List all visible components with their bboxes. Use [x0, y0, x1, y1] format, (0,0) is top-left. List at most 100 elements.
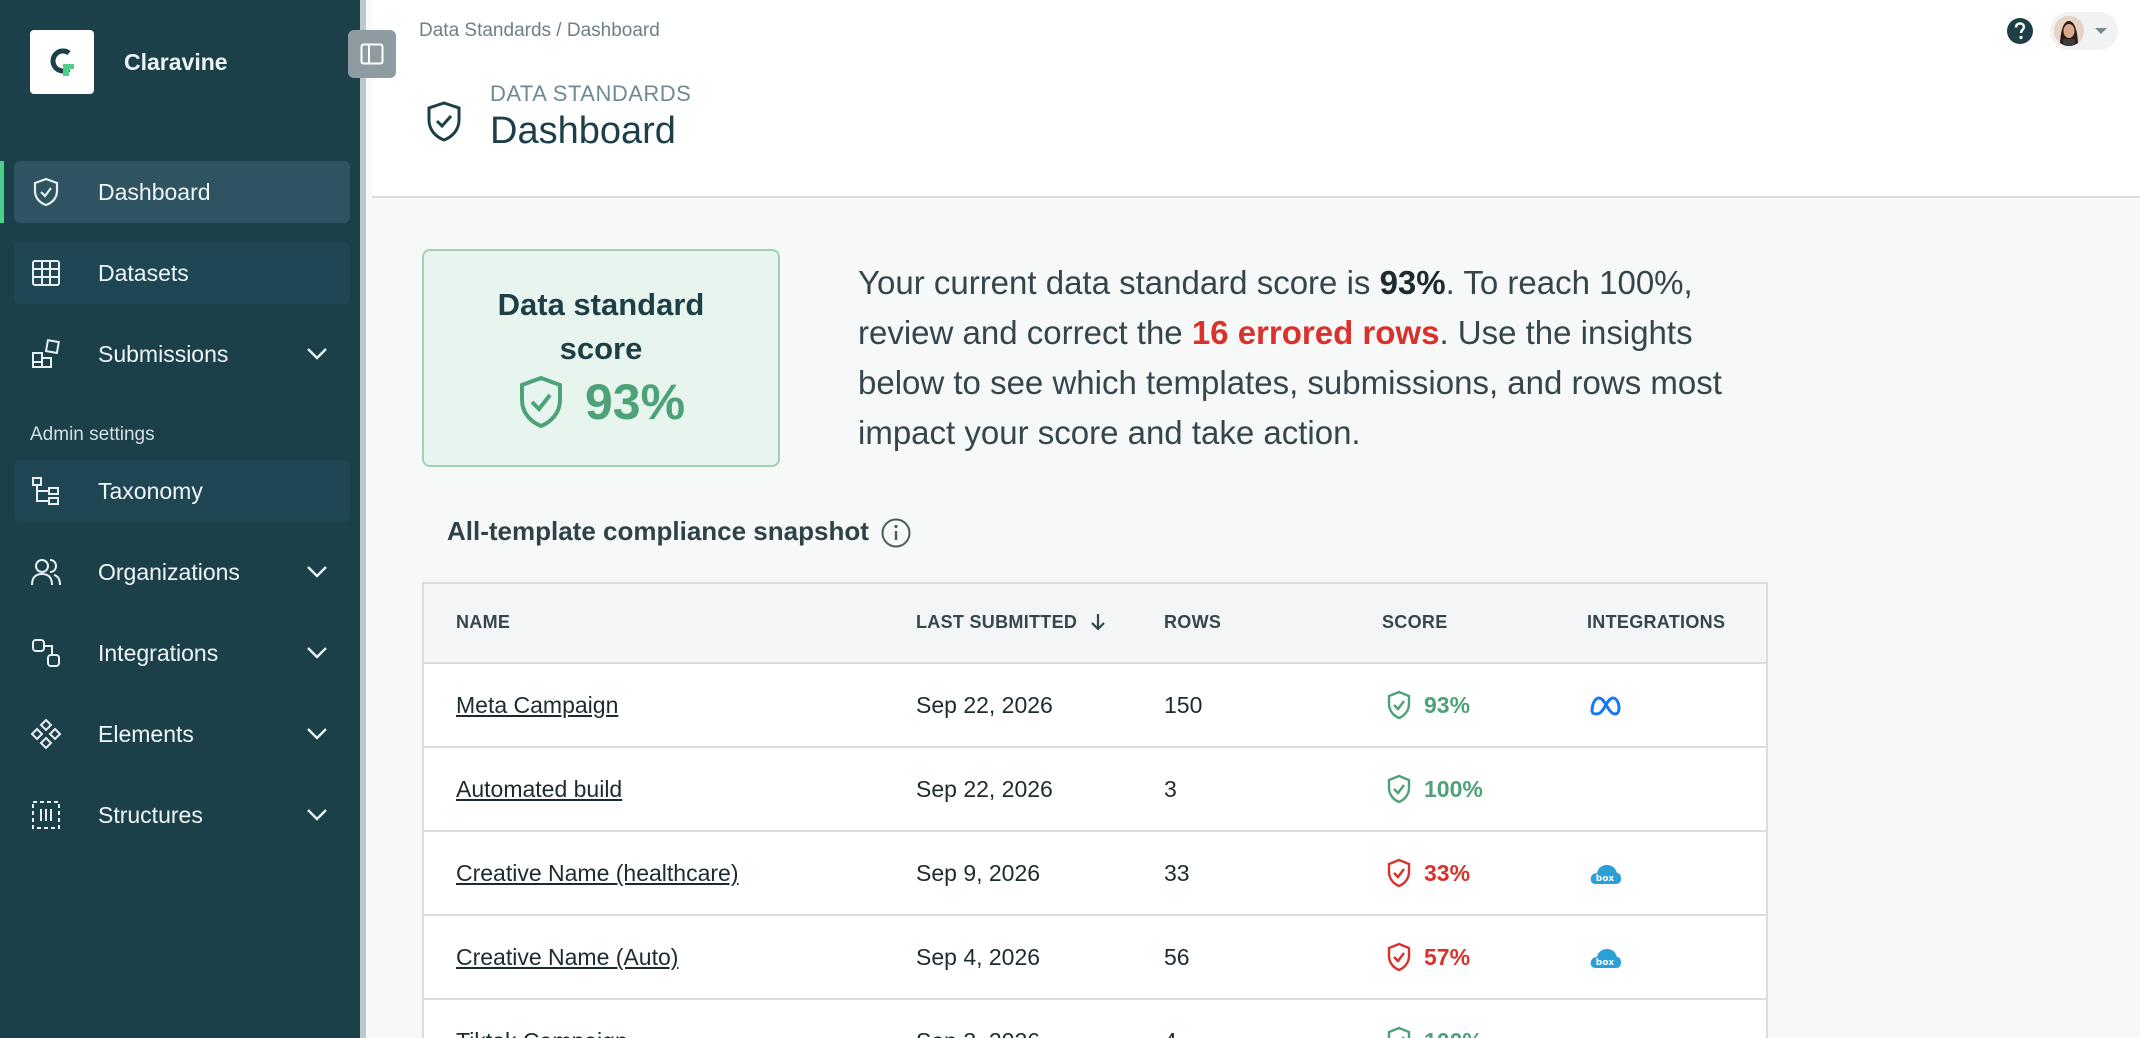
summary-score: 93%: [1379, 264, 1446, 301]
last-submitted-cell: Sep 22, 2026: [916, 692, 1053, 718]
template-name-link[interactable]: Automated build: [456, 776, 622, 803]
sidebar-item-organizations[interactable]: Organizations: [14, 541, 350, 603]
user-menu[interactable]: [2050, 12, 2118, 50]
sidebar-item-label: Datasets: [98, 259, 189, 286]
compliance-table: NAME LAST SUBMITTED ROWS SCORE INTEGRATI…: [422, 582, 1768, 1038]
box-cloud-icon: box: [1590, 949, 1621, 968]
score-value: 100%: [1424, 1028, 1483, 1038]
diamond-grid-icon: [30, 718, 62, 750]
shield-alert-icon: [1387, 942, 1411, 972]
shield-check-icon: [519, 375, 562, 429]
last-submitted-cell: Sep 22, 2026: [916, 776, 1053, 802]
sort-arrow-down-icon: [1090, 614, 1105, 631]
table-row: Tiktok Campaign Sep 3, 2026 4 100%: [424, 1000, 1766, 1038]
sidebar-item-elements[interactable]: Elements: [14, 703, 350, 765]
svg-text:box: box: [1596, 874, 1615, 884]
score-card-title: Data standard score: [424, 283, 778, 371]
sidebar-edge: [360, 0, 366, 1038]
users-icon: [31, 559, 61, 586]
breadcrumb[interactable]: Data Standards / Dashboard: [419, 20, 660, 42]
sidebar-item-label: Structures: [98, 801, 203, 828]
score-card: Data standard score 93%: [422, 249, 780, 467]
sidebar-item-label: Taxonomy: [98, 477, 203, 504]
box-cloud-icon: box: [1590, 865, 1621, 884]
template-name-link[interactable]: Tiktok Campaign: [456, 1028, 628, 1038]
score-value: 93%: [584, 374, 686, 430]
chevron-down-icon[interactable]: [306, 646, 328, 660]
table-row: Creative Name (Auto) Sep 4, 2026 56 57% …: [424, 916, 1766, 1000]
rows-cell: 56: [1164, 944, 1190, 970]
sidebar-item-label: Integrations: [98, 639, 219, 666]
last-submitted-cell: Sep 9, 2026: [916, 860, 1041, 886]
sidebar-item-structures[interactable]: Structures: [14, 784, 350, 846]
link-icon: [32, 639, 60, 667]
brand[interactable]: Claravine: [30, 30, 228, 94]
sidebar-toggle-icon: [360, 43, 384, 65]
page-title: Dashboard: [490, 110, 676, 152]
tree-icon: [32, 477, 59, 505]
column-header-score[interactable]: SCORE: [1382, 612, 1448, 633]
score-value: 93%: [1424, 691, 1471, 718]
help-icon[interactable]: [2005, 16, 2035, 46]
table-row: Creative Name (healthcare) Sep 9, 2026 3…: [424, 832, 1766, 916]
template-name-link[interactable]: Creative Name (Auto): [456, 944, 678, 971]
table-row: Meta Campaign Sep 22, 2026 150 93%: [424, 664, 1766, 748]
score-summary: Your current data standard score is 93%.…: [858, 258, 1778, 458]
shield-check-icon: [1387, 774, 1411, 804]
column-header-last-submitted[interactable]: LAST SUBMITTED: [916, 612, 1107, 633]
summary-text: Your current data standard score is: [858, 264, 1380, 301]
table-header: NAME LAST SUBMITTED ROWS SCORE INTEGRATI…: [424, 584, 1766, 664]
last-submitted-cell: Sep 4, 2026: [916, 944, 1041, 970]
shield-check-icon: [1387, 690, 1411, 720]
chevron-down-icon[interactable]: [306, 347, 328, 361]
svg-text:box: box: [1596, 958, 1615, 968]
column-header-rows[interactable]: ROWS: [1164, 612, 1221, 633]
table-icon: [32, 260, 60, 286]
rows-cell: 150: [1164, 692, 1203, 718]
column-header-label: LAST SUBMITTED: [916, 612, 1078, 632]
table-row: Automated build Sep 22, 2026 3 100%: [424, 748, 1766, 832]
score-card-title-text: Data standard score: [497, 287, 705, 366]
sidebar-item-label: Organizations: [98, 558, 240, 585]
rows-cell: 33: [1164, 860, 1190, 886]
sidebar-item-datasets[interactable]: Datasets: [14, 242, 350, 304]
sidebar-item-label: Dashboard: [98, 178, 211, 205]
shield-check-icon: [1387, 1026, 1411, 1038]
brand-name: Claravine: [124, 48, 228, 75]
admin-settings-label: Admin settings: [30, 424, 155, 445]
snapshot-title: All-template compliance snapshot: [447, 516, 869, 546]
sidebar-item-dashboard[interactable]: Dashboard: [0, 161, 350, 223]
blocks-icon: [32, 339, 60, 368]
sidebar-toggle-button[interactable]: [348, 30, 396, 78]
sidebar-item-submissions[interactable]: Submissions: [14, 323, 350, 385]
shield-check-icon: [33, 177, 59, 207]
sidebar: Claravine Dashboard Datasets Submissions…: [0, 0, 366, 1038]
rows-cell: 4: [1164, 1028, 1177, 1038]
column-header-name[interactable]: NAME: [456, 612, 510, 633]
score-value: 100%: [1424, 775, 1483, 802]
claravine-logo-icon: [30, 30, 94, 94]
template-name-link[interactable]: Meta Campaign: [456, 692, 618, 719]
chevron-down-icon[interactable]: [306, 565, 328, 579]
sidebar-item-taxonomy[interactable]: Taxonomy: [14, 460, 350, 522]
last-submitted-cell: Sep 3, 2026: [916, 1028, 1040, 1038]
column-header-integrations[interactable]: INTEGRATIONS: [1587, 612, 1725, 633]
sidebar-item-label: Submissions: [98, 340, 229, 367]
sidebar-item-integrations[interactable]: Integrations: [14, 622, 350, 684]
score-cell: 100%: [1386, 1026, 1483, 1038]
info-icon[interactable]: [880, 517, 912, 549]
chevron-down-icon[interactable]: [306, 727, 328, 741]
shield-alert-icon: [1387, 858, 1411, 888]
bracket-grid-icon: [32, 801, 60, 829]
caret-down-icon: [2095, 28, 2107, 34]
errored-rows-count[interactable]: 16 errored rows: [1192, 314, 1440, 351]
shield-check-icon: [427, 101, 461, 142]
chevron-down-icon[interactable]: [306, 808, 328, 822]
avatar: [2054, 16, 2084, 46]
meta-icon: [1590, 696, 1621, 716]
score-cell: 33%: [1386, 858, 1470, 888]
page-eyebrow: DATA STANDARDS: [490, 81, 692, 106]
score-cell: 100%: [1386, 774, 1483, 804]
score-value: 33%: [1424, 859, 1471, 886]
template-name-link[interactable]: Creative Name (healthcare): [456, 860, 739, 887]
